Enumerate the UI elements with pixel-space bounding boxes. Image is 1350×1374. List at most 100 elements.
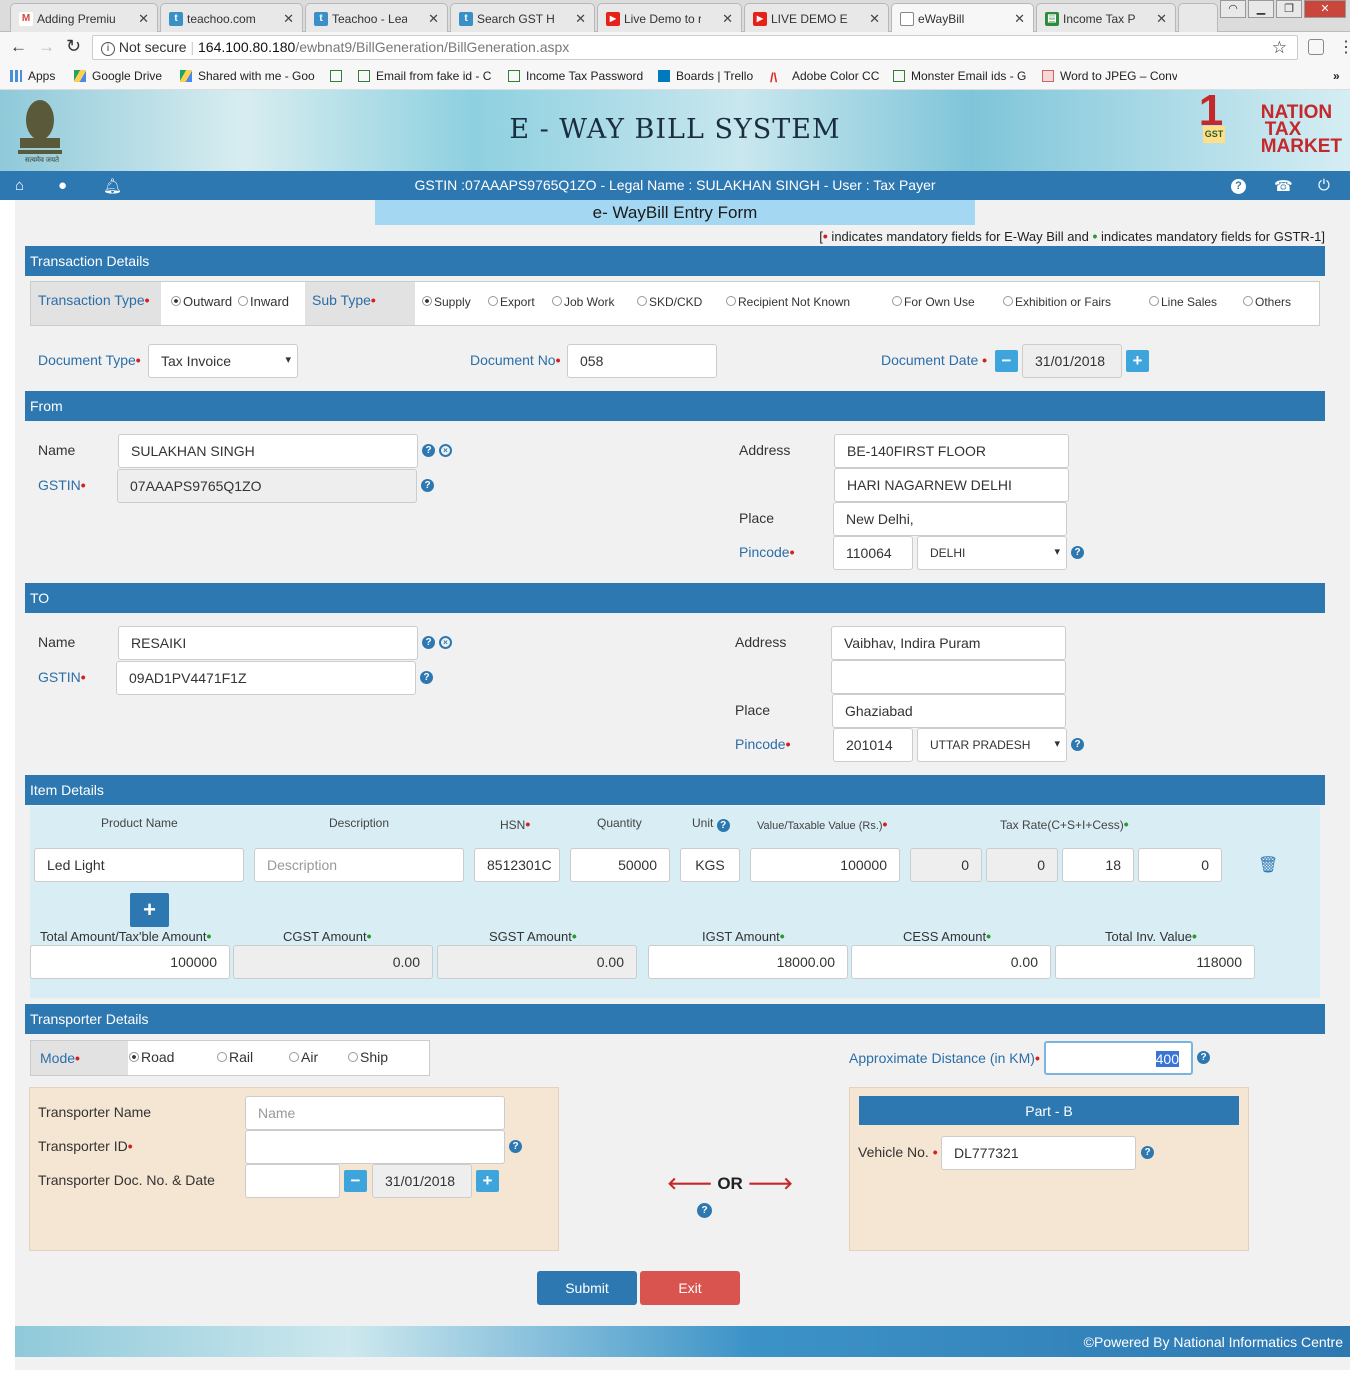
radio-exhibition[interactable]: Exhibition or Fairs: [1003, 295, 1111, 309]
browser-tab[interactable]: ▶LIVE DEMO E-W✕: [744, 3, 889, 32]
browser-tab[interactable]: tTeachoo - Learn✕: [305, 3, 448, 32]
browser-tab[interactable]: M Adding Premiu ✕: [10, 3, 158, 32]
back-icon[interactable]: ←: [10, 37, 27, 57]
total-amount-input[interactable]: 100000: [30, 945, 230, 979]
radio-inward[interactable]: Inward: [238, 294, 289, 309]
from-address2-input[interactable]: HARI NAGARNEW DELHI: [834, 468, 1069, 502]
help-icon[interactable]: ?: [420, 671, 433, 684]
info-icon[interactable]: i: [101, 42, 115, 56]
unit-input[interactable]: KGS: [680, 848, 740, 882]
transporter-doc-date-input[interactable]: 31/01/2018: [372, 1164, 472, 1198]
close-tab-icon[interactable]: ✕: [575, 11, 586, 27]
close-window-icon[interactable]: ✕: [1304, 0, 1346, 18]
bookmark-monster[interactable]: Monster Email ids - G: [893, 69, 1028, 83]
to-name-input[interactable]: RESAIKI: [118, 626, 418, 660]
sgst-rate-input[interactable]: 0: [986, 848, 1058, 882]
url-input[interactable]: i Not secure | 164.100.80.180/ewbnat9/Bi…: [92, 35, 1298, 60]
close-tab-icon[interactable]: ✕: [1014, 11, 1025, 27]
help-icon[interactable]: ?: [1071, 738, 1084, 751]
new-tab-button[interactable]: [1178, 3, 1218, 32]
bookmark-word-jpeg[interactable]: Word to JPEG – Conv: [1042, 69, 1177, 83]
help-icon[interactable]: ?: [716, 819, 730, 832]
bookmark-income-tax[interactable]: Income Tax Password: [508, 69, 645, 83]
radio-rail[interactable]: Rail: [217, 1049, 253, 1065]
help-icon[interactable]: ?: [421, 479, 434, 492]
browser-tab[interactable]: ▤Income Tax Pas✕: [1036, 3, 1176, 32]
cgst-rate-input[interactable]: 0: [910, 848, 982, 882]
close-tab-icon[interactable]: ✕: [869, 11, 880, 27]
radio-supply[interactable]: Supply: [422, 295, 471, 309]
transporter-doc-no-input[interactable]: [245, 1164, 340, 1198]
browser-tab[interactable]: tSearch GST HSN✕: [450, 3, 595, 32]
close-tab-icon[interactable]: ✕: [1156, 11, 1167, 27]
to-address2-input[interactable]: [831, 660, 1066, 694]
browser-tab[interactable]: t teachoo.com ✕: [160, 3, 303, 32]
radio-line-sales[interactable]: Line Sales: [1149, 295, 1217, 309]
close-tab-icon[interactable]: ✕: [428, 11, 439, 27]
date-decrement-button[interactable]: −: [995, 350, 1018, 372]
radio-skd-ckd[interactable]: SKD/CKD: [637, 295, 702, 309]
to-pincode-input[interactable]: 201014: [833, 728, 913, 762]
minimize-icon[interactable]: ▁: [1248, 0, 1274, 18]
logout-icon[interactable]: ⏻: [1318, 177, 1330, 194]
more-bookmarks-icon[interactable]: »: [1333, 69, 1340, 83]
bookmark-google-drive[interactable]: Google Drive: [74, 69, 162, 83]
radio-recipient-not-known[interactable]: Recipient Not Known: [726, 295, 850, 309]
help-icon[interactable]: ?: [697, 1203, 712, 1218]
to-place-input[interactable]: Ghaziabad: [832, 694, 1066, 728]
from-name-input[interactable]: SULAKHAN SINGH: [118, 434, 418, 468]
vehicle-no-input[interactable]: DL777321: [941, 1136, 1136, 1170]
date-increment-button[interactable]: +: [476, 1170, 499, 1192]
radio-for-own-use[interactable]: For Own Use: [892, 295, 975, 309]
browser-tab-active[interactable]: eWayBill ✕: [891, 3, 1034, 33]
phone-icon[interactable]: ☎: [1274, 177, 1293, 195]
radio-job-work[interactable]: Job Work: [552, 295, 614, 309]
from-state-select[interactable]: DELHI: [917, 536, 1067, 570]
radio-export[interactable]: Export: [488, 295, 535, 309]
extension-icon[interactable]: [1308, 39, 1324, 55]
bookmark-apps[interactable]: Apps: [10, 69, 55, 83]
document-type-select[interactable]: Tax Invoice: [148, 344, 298, 378]
description-input[interactable]: Description: [254, 848, 464, 882]
maximize-icon[interactable]: ❐: [1276, 0, 1302, 18]
help-icon[interactable]: ?: [422, 636, 435, 649]
clear-icon[interactable]: ×: [439, 636, 452, 649]
from-place-input[interactable]: New Delhi,: [833, 502, 1067, 536]
date-decrement-button[interactable]: −: [344, 1170, 367, 1192]
radio-road[interactable]: Road: [129, 1049, 174, 1065]
close-tab-icon[interactable]: ✕: [283, 11, 294, 27]
forward-icon[interactable]: →: [38, 37, 55, 57]
close-tab-icon[interactable]: ✕: [722, 11, 733, 27]
igst-rate-input[interactable]: 18: [1062, 848, 1134, 882]
close-tab-icon[interactable]: ✕: [138, 11, 149, 27]
cess-amount-input[interactable]: 0.00: [851, 945, 1051, 979]
from-address1-input[interactable]: BE-140FIRST FLOOR: [834, 434, 1069, 468]
document-date-input[interactable]: 31/01/2018: [1022, 344, 1122, 378]
product-name-input[interactable]: Led Light: [34, 848, 244, 882]
bookmark-sheet[interactable]: [330, 69, 348, 83]
menu-icon[interactable]: ⋮: [1338, 37, 1350, 57]
to-gstin-input[interactable]: 09AD1PV4471F1Z: [116, 661, 416, 695]
radio-others[interactable]: Others: [1243, 295, 1291, 309]
distance-input[interactable]: 400: [1044, 1041, 1193, 1075]
help-icon[interactable]: ?: [1071, 546, 1084, 559]
browser-tab[interactable]: ▶ Live Demo to re ✕: [597, 3, 742, 32]
trash-icon[interactable]: 🗑︎: [1258, 855, 1278, 875]
bookmark-email[interactable]: Email from fake id - C: [358, 69, 493, 83]
cgst-amount-input[interactable]: 0.00: [233, 945, 433, 979]
transporter-id-input[interactable]: [245, 1130, 505, 1164]
user-icon[interactable]: ◠: [1220, 0, 1246, 18]
radio-ship[interactable]: Ship: [348, 1049, 388, 1065]
to-state-select[interactable]: UTTAR PRADESH: [917, 728, 1067, 762]
reload-icon[interactable]: ↻: [66, 36, 81, 57]
radio-outward[interactable]: Outward: [171, 294, 232, 309]
bookmark-shared[interactable]: Shared with me - Goo: [180, 69, 315, 83]
add-item-button[interactable]: +: [130, 893, 169, 927]
document-no-input[interactable]: 058: [567, 344, 717, 378]
help-icon[interactable]: ?: [1197, 1051, 1210, 1064]
total-inv-input[interactable]: 118000: [1055, 945, 1255, 979]
help-icon[interactable]: ?: [1141, 1146, 1154, 1159]
transporter-name-input[interactable]: Name: [245, 1096, 505, 1130]
help-icon[interactable]: ?: [509, 1140, 522, 1153]
bookmark-trello[interactable]: Boards | Trello: [658, 69, 753, 83]
